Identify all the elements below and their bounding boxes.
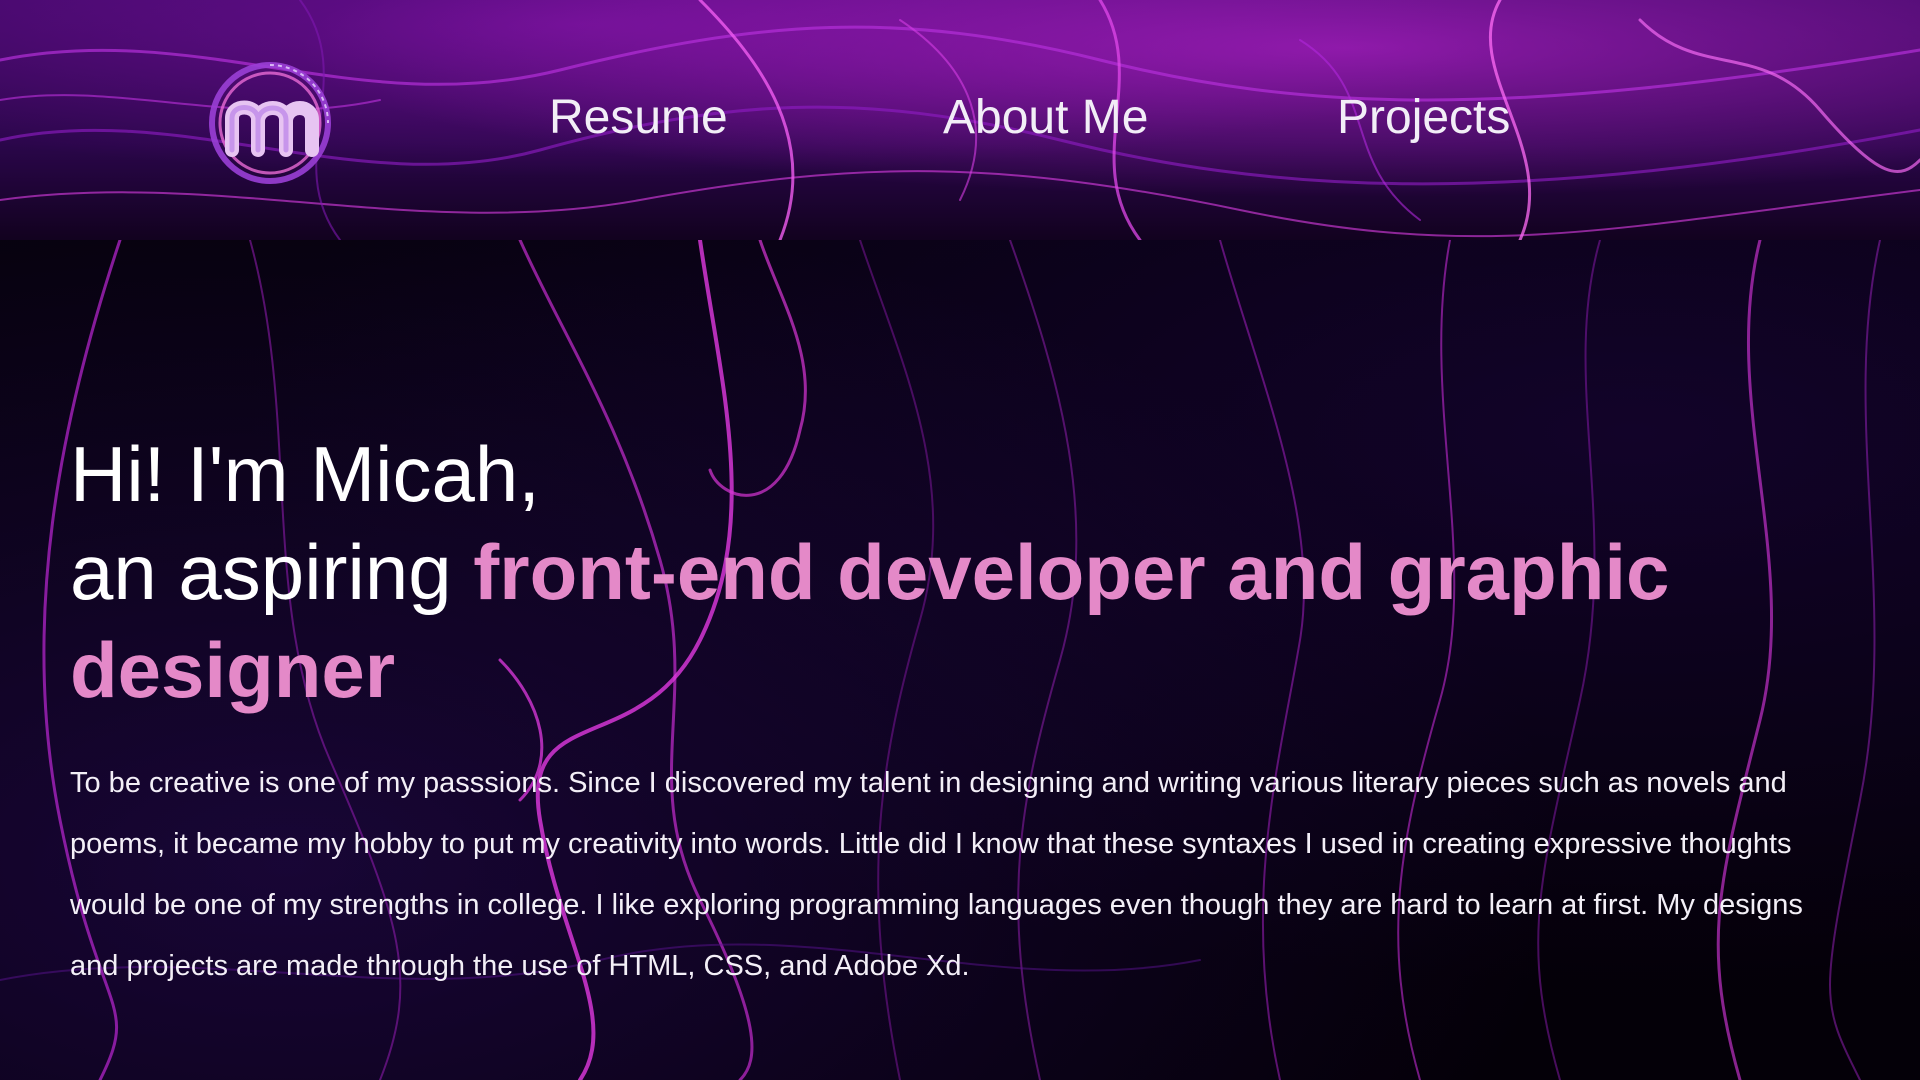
hero-section: Hi! I'm Micah, an aspiring front-end dev… <box>70 425 1850 997</box>
site-header: Resume About Me Projects <box>0 0 1920 240</box>
nav-projects[interactable]: Projects <box>1337 88 1510 148</box>
hero-greeting: Hi! I'm Micah, <box>70 430 540 518</box>
hero-description: To be creative is one of my passsions. S… <box>70 767 1803 982</box>
nav-about-me[interactable]: About Me <box>943 88 1148 148</box>
page: Resume About Me Projects Hi! I'm Micah, … <box>0 0 1920 1080</box>
hero-intro-prefix: an aspiring <box>70 528 474 616</box>
nav-resume[interactable]: Resume <box>549 88 728 148</box>
main-nav: Resume About Me Projects <box>0 88 1920 148</box>
hero-heading: Hi! I'm Micah, an aspiring front-end dev… <box>70 425 1850 719</box>
